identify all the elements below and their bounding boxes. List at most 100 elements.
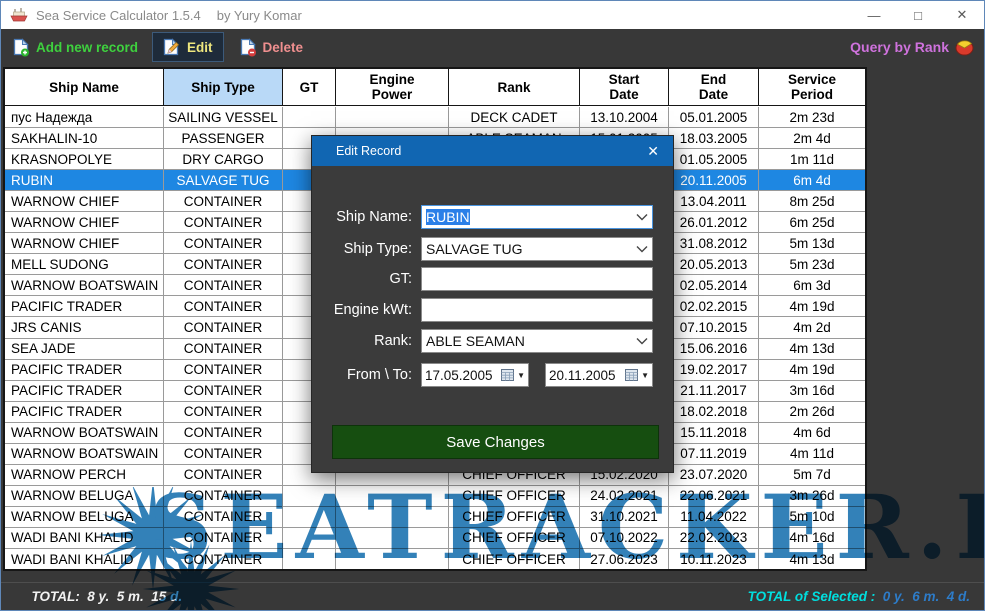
column-header-start-date[interactable]: Start Date bbox=[580, 69, 669, 105]
cell-ship-type: CONTAINER bbox=[164, 360, 283, 380]
calendar-icon bbox=[625, 369, 638, 381]
cell-ship-name: WARNOW CHIEF bbox=[5, 191, 164, 211]
rank-label: Rank: bbox=[312, 329, 412, 353]
cell-service-period: 5m 13d bbox=[759, 233, 865, 253]
rank-combobox[interactable]: ABLE SEAMAN bbox=[421, 329, 653, 353]
cell-service-period: 5m 7d bbox=[759, 465, 865, 485]
close-button[interactable]: ✕ bbox=[940, 1, 984, 29]
maximize-button[interactable]: □ bbox=[896, 1, 940, 29]
cell-engine-power bbox=[336, 528, 449, 548]
cell-end-date: 22.02.2023 bbox=[669, 528, 759, 548]
delete-button[interactable]: Delete bbox=[230, 32, 314, 62]
cell-ship-type: CONTAINER bbox=[164, 423, 283, 443]
dialog-close-icon[interactable]: ✕ bbox=[647, 143, 659, 160]
cell-ship-name: WARNOW BOATSWAIN bbox=[5, 275, 164, 295]
cell-end-date: 15.06.2016 bbox=[669, 339, 759, 359]
cell-end-date: 31.08.2012 bbox=[669, 233, 759, 253]
dropdown-arrow-icon: ▼ bbox=[517, 371, 525, 380]
to-date-picker[interactable]: 20.11.2005 ▼ bbox=[545, 363, 653, 387]
cell-ship-type: PASSENGER bbox=[164, 128, 283, 148]
cell-gt bbox=[283, 528, 336, 548]
ship-type-value: SALVAGE TUG bbox=[426, 241, 522, 257]
cell-engine-power bbox=[336, 107, 449, 127]
cell-ship-name: WARNOW CHIEF bbox=[5, 233, 164, 253]
app-title: Sea Service Calculator 1.5.4 bbox=[36, 8, 201, 23]
query-by-rank-button[interactable]: Query by Rank bbox=[850, 39, 974, 56]
minimize-button[interactable]: — bbox=[852, 1, 896, 29]
ship-name-label: Ship Name: bbox=[312, 205, 412, 229]
ship-name-combobox[interactable]: RUBIN bbox=[421, 205, 653, 229]
table-row[interactable]: WADI BANI KHALIDCONTAINERCHIEF OFFICER27… bbox=[5, 549, 865, 569]
cell-ship-type: SALVAGE TUG bbox=[164, 170, 283, 190]
cell-ship-name: WARNOW CHIEF bbox=[5, 212, 164, 232]
cell-engine-power bbox=[336, 549, 449, 569]
cell-service-period: 5m 23d bbox=[759, 254, 865, 274]
cell-rank: CHIEF OFFICER bbox=[449, 528, 580, 548]
cell-service-period: 4m 19d bbox=[759, 296, 865, 316]
cell-end-date: 15.11.2018 bbox=[669, 423, 759, 443]
cell-service-period: 2m 4d bbox=[759, 128, 865, 148]
chevron-down-icon bbox=[636, 245, 648, 253]
cell-ship-name: JRS CANIS bbox=[5, 317, 164, 337]
cell-ship-name: WARNOW BOATSWAIN bbox=[5, 444, 164, 464]
cell-service-period: 2m 23d bbox=[759, 107, 865, 127]
cell-end-date: 02.05.2014 bbox=[669, 275, 759, 295]
from-date-picker[interactable]: 17.05.2005 ▼ bbox=[421, 363, 529, 387]
cell-end-date: 21.11.2017 bbox=[669, 381, 759, 401]
cell-ship-name: PACIFIC TRADER bbox=[5, 381, 164, 401]
gt-input[interactable] bbox=[421, 267, 653, 291]
column-header-gt[interactable]: GT bbox=[283, 69, 336, 105]
column-header-service-period[interactable]: Service Period bbox=[759, 69, 865, 105]
edit-button[interactable]: Edit bbox=[152, 32, 224, 62]
cell-end-date: 10.11.2023 bbox=[669, 549, 759, 569]
title-bar: Sea Service Calculator 1.5.4 by Yury Kom… bbox=[1, 1, 984, 29]
table-row[interactable]: WADI BANI KHALIDCONTAINERCHIEF OFFICER07… bbox=[5, 528, 865, 549]
cell-start-date: 13.10.2004 bbox=[580, 107, 669, 127]
column-header-engine-power[interactable]: Engine Power bbox=[336, 69, 449, 105]
ship-type-combobox[interactable]: SALVAGE TUG bbox=[421, 237, 653, 261]
edit-record-icon bbox=[163, 38, 181, 57]
save-changes-label: Save Changes bbox=[446, 434, 544, 451]
engine-kwt-label: Engine kWt: bbox=[312, 298, 412, 322]
cell-rank: CHIEF OFFICER bbox=[449, 486, 580, 506]
cell-end-date: 07.11.2019 bbox=[669, 444, 759, 464]
cell-end-date: 20.11.2005 bbox=[669, 170, 759, 190]
add-new-record-button[interactable]: Add new record bbox=[3, 32, 148, 62]
column-header-end-date[interactable]: End Date bbox=[669, 69, 759, 105]
engine-kwt-input[interactable] bbox=[421, 298, 653, 322]
table-row[interactable]: WARNOW BELUGACONTAINERCHIEF OFFICER24.02… bbox=[5, 486, 865, 507]
pie-chart-icon bbox=[955, 39, 974, 56]
cell-service-period: 5m 10d bbox=[759, 507, 865, 527]
table-row[interactable]: пус НадеждаSAILING VESSELDECK CADET13.10… bbox=[5, 107, 865, 128]
cell-ship-name: WADI BANI KHALID bbox=[5, 549, 164, 569]
app-window: Sea Service Calculator 1.5.4 by Yury Kom… bbox=[0, 0, 985, 611]
cell-ship-type: CONTAINER bbox=[164, 233, 283, 253]
cell-rank: CHIEF OFFICER bbox=[449, 507, 580, 527]
column-header-ship-name[interactable]: Ship Name bbox=[5, 69, 164, 105]
cell-end-date: 02.02.2015 bbox=[669, 296, 759, 316]
cell-ship-name: PACIFIC TRADER bbox=[5, 296, 164, 316]
cell-end-date: 13.04.2011 bbox=[669, 191, 759, 211]
cell-ship-type: DRY CARGO bbox=[164, 149, 283, 169]
cell-service-period: 2m 26d bbox=[759, 402, 865, 422]
cell-service-period: 6m 25d bbox=[759, 212, 865, 232]
cell-end-date: 26.01.2012 bbox=[669, 212, 759, 232]
cell-engine-power bbox=[336, 486, 449, 506]
cell-end-date: 19.02.2017 bbox=[669, 360, 759, 380]
cell-ship-type: CONTAINER bbox=[164, 381, 283, 401]
cell-ship-name: SAKHALIN-10 bbox=[5, 128, 164, 148]
cell-end-date: 20.05.2013 bbox=[669, 254, 759, 274]
cell-service-period: 4m 11d bbox=[759, 444, 865, 464]
ship-type-label: Ship Type: bbox=[312, 237, 412, 261]
save-changes-button[interactable]: Save Changes bbox=[332, 425, 659, 459]
table-row[interactable]: WARNOW BELUGACONTAINERCHIEF OFFICER31.10… bbox=[5, 507, 865, 528]
cell-ship-name: PACIFIC TRADER bbox=[5, 360, 164, 380]
column-header-ship-type[interactable]: Ship Type bbox=[164, 69, 283, 105]
to-date-value: 20.11.2005 bbox=[549, 368, 616, 383]
cell-ship-type: CONTAINER bbox=[164, 339, 283, 359]
cell-ship-type: CONTAINER bbox=[164, 317, 283, 337]
column-header-rank[interactable]: Rank bbox=[449, 69, 580, 105]
cell-service-period: 3m 26d bbox=[759, 486, 865, 506]
total-selected-label: TOTAL of Selected : bbox=[748, 589, 876, 604]
chevron-down-icon bbox=[636, 213, 648, 221]
